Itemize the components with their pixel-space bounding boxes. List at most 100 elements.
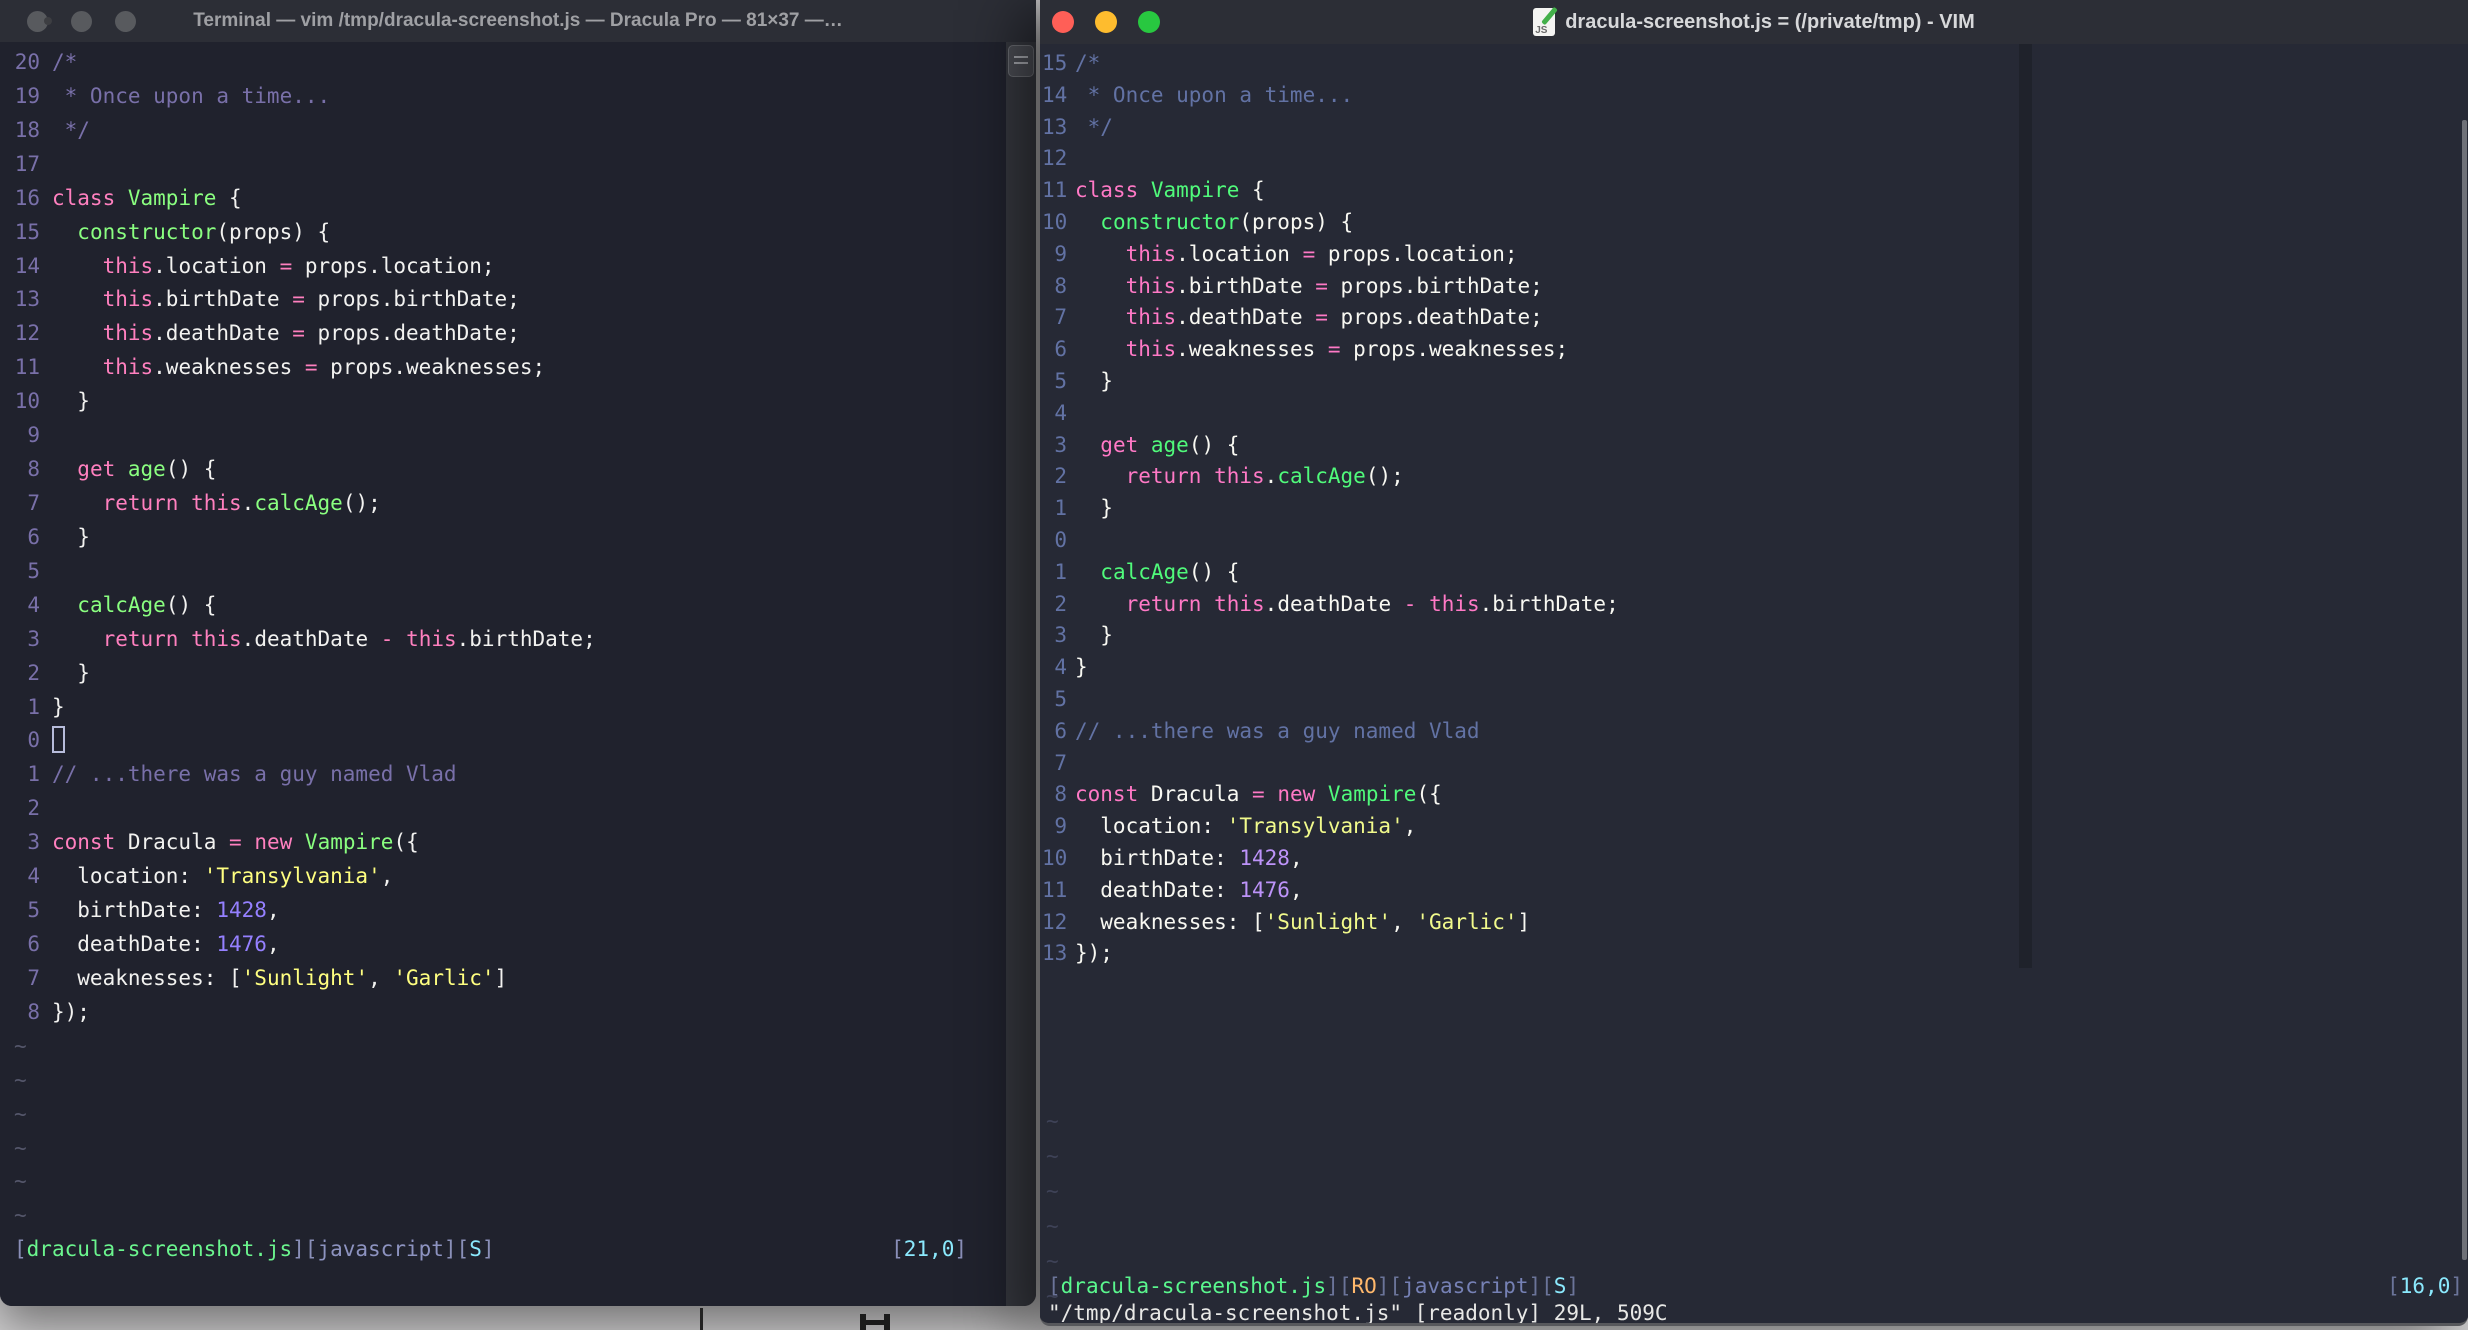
line-number: 12 — [1042, 146, 1068, 171]
code-segment: props.weaknesses; — [1340, 337, 1569, 362]
code-segment: /* — [1075, 51, 1101, 75]
code-segment: .deathDate — [153, 321, 293, 346]
code-segment: = — [1302, 241, 1316, 266]
editor-buffer[interactable]: 20/* 19 * Once upon a time... 18 */17 16 cla… — [0, 42, 1006, 1030]
code-segment: constructor — [1100, 209, 1240, 234]
code-segment: this — [191, 490, 242, 515]
terminal-scrollbar[interactable] — [1006, 42, 1036, 1306]
code-segment: = — [1315, 273, 1328, 298]
split-pane-button[interactable] — [1008, 45, 1034, 77]
code-segment: ] — [954, 1237, 967, 1262]
macvim-content: 15/* 14 * Once upon a time... 13 */12 11 cla… — [1040, 44, 2468, 1323]
pencil-icon — [1541, 6, 1559, 26]
zoom-button-inactive-icon[interactable] — [115, 11, 136, 32]
scrollbar-thumb[interactable] — [2462, 120, 2467, 1260]
code-segment: 'Transylvania' — [203, 864, 381, 889]
code-segment: = — [229, 830, 242, 855]
line-number: 1 — [27, 694, 40, 719]
line-number: 2 — [27, 660, 40, 685]
line-number: 0 — [27, 728, 40, 753]
line-number: 8 — [27, 999, 40, 1024]
line-number: 2 — [1054, 464, 1067, 489]
code-segment: 1476 — [216, 931, 267, 956]
macvim-titlebar[interactable]: JS dracula-screenshot.js = (/private/tmp… — [1040, 0, 2468, 45]
minimize-button-icon[interactable] — [1095, 11, 1117, 33]
code-segment: location: — [52, 864, 204, 889]
code-line: 7 return this.calcAge(); — [0, 487, 1006, 521]
code-line: 18 */ — [0, 114, 1006, 148]
line-number: 11 — [1042, 178, 1068, 203]
line-number: 6 — [27, 931, 40, 956]
code-segment: , — [1289, 877, 1303, 902]
line-number: 4 — [27, 864, 40, 889]
vim-command-line: "/tmp/dracula-screenshot.js" [readonly] … — [1048, 1301, 1668, 1325]
code-line: 12 — [1040, 143, 2468, 175]
code-line: 8 get age() { — [0, 453, 1006, 487]
code-segment: .weaknesses — [153, 355, 305, 380]
code-segment: return — [1125, 464, 1202, 489]
code-segment: props.birthDate; — [1327, 273, 1543, 298]
code-segment: age — [1150, 432, 1189, 457]
code-segment: (); — [1365, 464, 1404, 489]
code-segment: (props) { — [1239, 209, 1354, 234]
minimize-button-inactive-icon[interactable] — [71, 11, 92, 32]
line-number: 5 — [27, 898, 40, 923]
code-segment: ][ — [292, 1237, 318, 1262]
line-number: 14 — [1042, 82, 1068, 107]
tilde-marker: ~ — [1046, 1109, 1059, 1133]
zoom-button-icon[interactable] — [1138, 11, 1160, 33]
code-segment: props.deathDate; — [1327, 305, 1543, 330]
code-segment: dracula-screenshot.js — [1060, 1274, 1327, 1298]
code-segment: { — [216, 185, 242, 210]
code-line: 17 — [0, 148, 1006, 182]
code-line: 3 } — [1040, 620, 2468, 652]
code-segment: (); — [342, 490, 381, 515]
code-segment: * Once upon a time... — [1075, 82, 1354, 107]
code-line: 9 location: 'Transylvania', — [1040, 811, 2468, 843]
line-number: 10 — [1042, 845, 1068, 870]
code-segment: [ — [891, 1237, 904, 1262]
terminal-titlebar[interactable]: Terminal — vim /tmp/dracula-screenshot.j… — [0, 0, 1036, 43]
code-segment: // ...there was a guy named Vlad — [1075, 718, 1480, 743]
background-window-content — [700, 1308, 703, 1330]
desktop: Terminal — vim /tmp/dracula-screenshot.j… — [0, 0, 2468, 1330]
code-segment: } — [1075, 623, 1113, 648]
js-file-icon: JS — [1533, 6, 1559, 36]
line-number: 5 — [1054, 368, 1067, 393]
code-segment: 'Sunlight' — [241, 965, 369, 990]
js-file-icon-label: JS — [1535, 25, 1548, 36]
code-segment: props.location; — [1315, 241, 1518, 266]
code-segment: }); — [52, 999, 90, 1024]
code-segment: this — [191, 626, 242, 651]
line-number: 5 — [1054, 686, 1067, 711]
code-line: 8 const Dracula = new Vampire({ — [1040, 779, 2468, 811]
code-line: 10 } — [0, 385, 1006, 419]
code-segment: props.location; — [292, 253, 495, 278]
tilde-marker: ~ — [14, 1203, 27, 1228]
line-number: 1 — [1054, 496, 1067, 521]
code-segment: 16,0 — [2399, 1274, 2451, 1298]
code-segment: - — [380, 626, 394, 651]
code-segment: = — [1315, 305, 1328, 330]
tilde-marker: ~ — [1046, 1179, 1059, 1203]
code-line: 5 } — [1040, 366, 2468, 398]
editor-buffer[interactable]: 15/* 14 * Once upon a time... 13 */12 11 cla… — [1040, 44, 2468, 970]
code-segment: new — [1277, 782, 1316, 807]
code-segment: return — [1125, 591, 1202, 616]
code-segment: deathDate: — [1075, 877, 1240, 902]
line-number: 4 — [27, 592, 40, 617]
code-segment: - — [1403, 591, 1417, 616]
line-number: 4 — [1054, 400, 1067, 425]
code-segment: this — [102, 355, 154, 380]
line-number: 4 — [1054, 655, 1067, 680]
statusline-file-info: [dracula-screenshot.js][javascript][S] — [14, 1237, 495, 1261]
code-segment: birthDate: — [52, 898, 217, 923]
code-line: 13 this.birthDate = props.birthDate; — [0, 283, 1006, 317]
close-button-icon[interactable] — [1052, 11, 1074, 33]
code-line: 13 */ — [1040, 112, 2468, 144]
